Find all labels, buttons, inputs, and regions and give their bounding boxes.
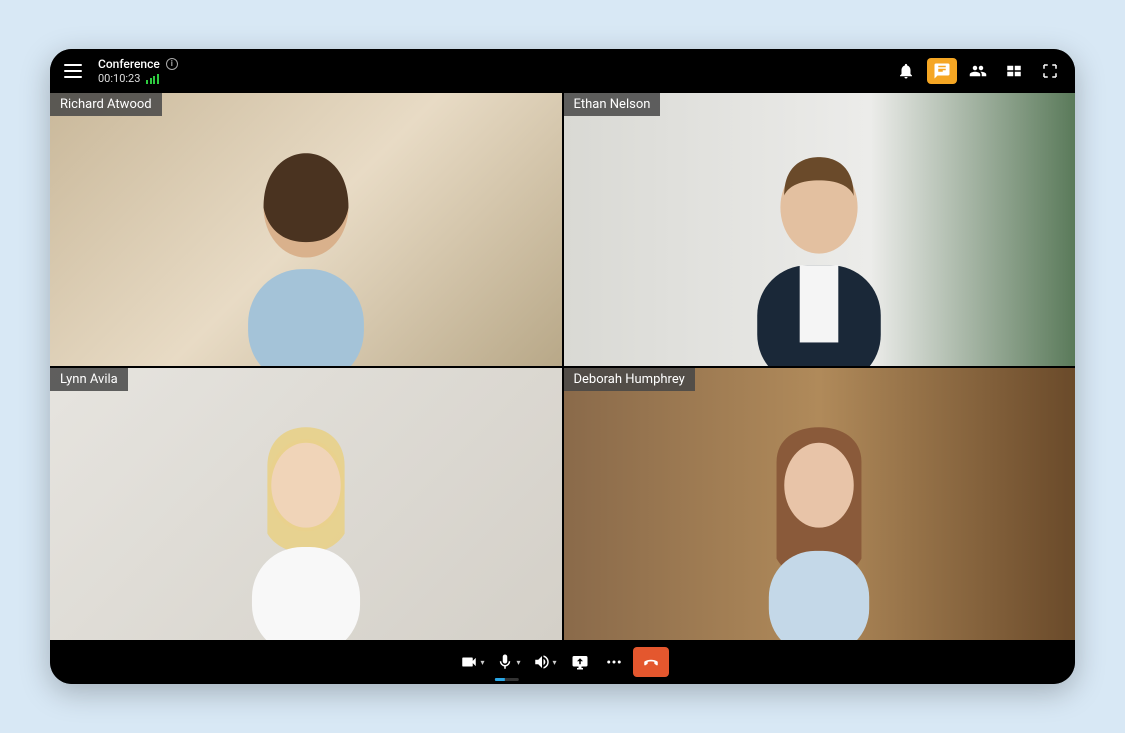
top-bar: Conference i 00:10:23: [50, 49, 1075, 93]
chevron-down-icon: ▾: [553, 658, 557, 667]
video-tile[interactable]: Deborah Humphrey: [564, 368, 1076, 641]
top-actions: [891, 58, 1065, 84]
menu-button[interactable]: [60, 57, 88, 85]
participants-button[interactable]: [963, 58, 993, 84]
participant-name: Lynn Avila: [50, 368, 128, 391]
video-tile[interactable]: Lynn Avila: [50, 368, 562, 641]
video-tile[interactable]: Ethan Nelson: [564, 93, 1076, 366]
call-timer: 00:10:23: [98, 72, 140, 85]
app-window: Conference i 00:10:23: [50, 49, 1075, 684]
mic-level-indicator: [495, 678, 519, 681]
notifications-button[interactable]: [891, 58, 921, 84]
participant-name: Deborah Humphrey: [564, 368, 695, 391]
signal-icon: [146, 74, 159, 84]
chevron-down-icon: ▾: [480, 658, 484, 667]
chat-button[interactable]: [927, 58, 957, 84]
chevron-down-icon: ▾: [516, 658, 520, 667]
participant-name: Richard Atwood: [50, 93, 162, 116]
more-options-button[interactable]: [599, 647, 629, 677]
microphone-button[interactable]: ▾: [492, 647, 524, 677]
title-block: Conference i 00:10:23: [98, 57, 178, 86]
layout-button[interactable]: [999, 58, 1029, 84]
fullscreen-button[interactable]: [1035, 58, 1065, 84]
share-screen-button[interactable]: [565, 647, 595, 677]
video-grid: Richard Atwood Ethan Nelson Lynn Avila D…: [50, 93, 1075, 640]
conference-title: Conference: [98, 57, 160, 71]
participant-video: [679, 134, 960, 366]
participant-video: [679, 408, 960, 640]
info-icon[interactable]: i: [166, 58, 178, 70]
video-tile[interactable]: Richard Atwood: [50, 93, 562, 366]
speaker-button[interactable]: ▾: [529, 647, 561, 677]
participant-video: [165, 134, 446, 366]
participant-name: Ethan Nelson: [564, 93, 661, 116]
participant-video: [165, 408, 446, 640]
control-bar: ▾ ▾ ▾: [50, 640, 1075, 684]
hangup-button[interactable]: [633, 647, 669, 677]
camera-button[interactable]: ▾: [456, 647, 488, 677]
